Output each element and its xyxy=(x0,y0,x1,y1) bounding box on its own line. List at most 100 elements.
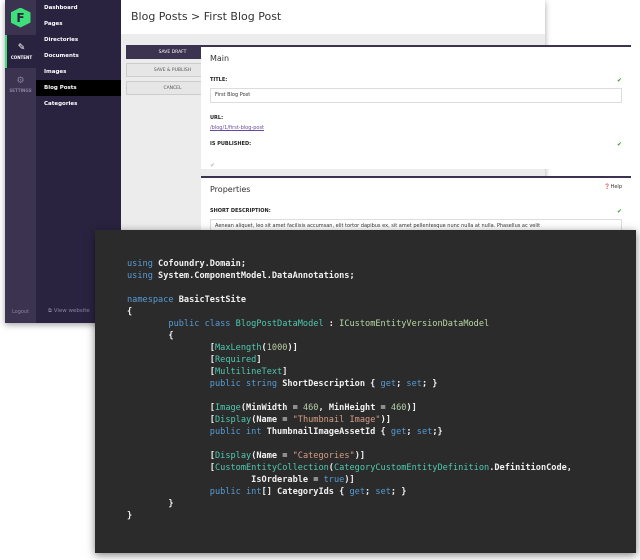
code-token: )] xyxy=(406,403,417,413)
code-token: "Thumbnail Image" xyxy=(292,415,381,425)
code-token: ThumbnailImageAssetId { xyxy=(266,427,391,437)
code-line: [Display(Name = "Categories")] xyxy=(127,450,636,462)
code-token: )] xyxy=(354,451,366,461)
code-line: public int ThumbnailImageAssetId { get; … xyxy=(127,426,636,438)
code-line: [Required] xyxy=(127,354,636,366)
pencil-icon: ✎ xyxy=(17,43,26,53)
nav-item-categories[interactable]: Categories xyxy=(36,96,121,112)
code-token: [ xyxy=(127,463,215,473)
code-token: : xyxy=(323,319,340,329)
code-token: IsOrderable = xyxy=(127,475,324,485)
code-line: { xyxy=(127,330,636,342)
url-label: URL: xyxy=(210,115,224,121)
code-token: ] xyxy=(282,367,288,377)
code-token: CategoryCustomEntityDefinition xyxy=(333,463,490,473)
code-token: public int xyxy=(127,427,267,437)
code-token: } xyxy=(127,499,174,509)
code-token: ;} xyxy=(432,427,443,437)
code-token: , MinHeight = xyxy=(318,403,391,413)
code-line: } xyxy=(127,510,636,522)
code-token: get xyxy=(349,487,366,497)
code-line: [Image(MinWidth = 460, MinHeight = 460)] xyxy=(127,402,636,414)
code-line: public int[] CategoryIds { get; set; } xyxy=(127,486,636,498)
nav-item-documents[interactable]: Documents xyxy=(36,48,121,64)
rail-item-settings[interactable]: ⚙ SETTINGS xyxy=(5,68,36,101)
code-token: public class xyxy=(127,319,236,329)
code-token: MultilineText xyxy=(214,367,283,377)
code-token: ; } xyxy=(421,379,438,389)
breadcrumb: Blog Posts > First Blog Post xyxy=(121,0,545,34)
check-icon: ✔ xyxy=(616,141,622,148)
code-line: { xyxy=(127,306,636,318)
code-token: Display xyxy=(214,451,252,461)
gear-icon: ⚙ xyxy=(16,76,25,86)
code-token: { xyxy=(127,331,174,341)
rail-item-content[interactable]: ✎ CONTENT xyxy=(5,35,36,68)
code-token: Cofoundry.Domain; xyxy=(158,259,247,269)
nav-item-images[interactable]: Images xyxy=(36,64,121,80)
logout-link[interactable]: Logout xyxy=(5,309,36,315)
code-token: using xyxy=(127,259,159,269)
code-token: "Categories" xyxy=(292,451,355,461)
code-token: ; xyxy=(406,427,417,437)
code-token: )] xyxy=(287,343,298,353)
view-website-link[interactable]: ⧉ View website xyxy=(48,308,90,315)
main-panel: Main TITLE: ✔ First Blog Post URL: /blog/… xyxy=(201,45,631,169)
code-token: [ xyxy=(127,343,215,353)
code-token: System.ComponentModel.DataAnnotations; xyxy=(158,271,355,281)
code-token: [ xyxy=(127,355,215,365)
url-link[interactable]: /blog/1/first-blog-post xyxy=(210,125,622,131)
code-line: public string ShortDescription { get; se… xyxy=(127,378,636,390)
code-line: IsOrderable = true)] xyxy=(127,474,636,486)
short-description-label: SHORT DESCRIPTION: xyxy=(210,208,271,214)
code-token: )] xyxy=(344,475,355,485)
code-token: BlogPostDataModel xyxy=(235,319,324,329)
code-token: BasicTestSite xyxy=(178,295,247,305)
code-line: [CustomEntityCollection(CategoryCustomEn… xyxy=(127,462,636,474)
code-token: [ xyxy=(127,415,215,425)
code-token: [ xyxy=(127,403,215,413)
help-button[interactable]: ❓Help xyxy=(604,184,622,190)
code-token: 460 xyxy=(302,403,319,413)
panel-title: Main xyxy=(210,54,230,63)
check-icon: ✔ xyxy=(616,208,622,215)
nav-item-directories[interactable]: Directories xyxy=(36,32,121,48)
code-token: ShortDescription { xyxy=(282,379,381,389)
code-token: get xyxy=(390,427,407,437)
code-token: true xyxy=(323,475,345,485)
title-input[interactable]: First Blog Post xyxy=(210,88,622,103)
code-token: Display xyxy=(214,415,252,425)
code-token: ; xyxy=(396,379,407,389)
code-token: Required xyxy=(214,355,257,365)
title-label: TITLE: xyxy=(210,77,228,83)
code-line: public class BlogPostDataModel : ICustom… xyxy=(127,318,636,330)
published-label: IS PUBLISHED: xyxy=(210,141,252,147)
panel-title: Properties xyxy=(210,185,251,194)
code-token: [ xyxy=(127,451,215,461)
code-token: [] CategoryIds { xyxy=(261,487,350,497)
code-token: CustomEntityCollection xyxy=(214,463,329,473)
code-snippet: using Cofoundry.Domain; using System.Comp… xyxy=(95,230,636,553)
cofoundry-logo[interactable]: F xyxy=(5,0,36,35)
nav-item-blog-posts[interactable]: Blog Posts xyxy=(36,80,121,96)
module-rail: F ✎ CONTENT ⚙ SETTINGS Logout xyxy=(5,0,36,323)
nav-item-dashboard[interactable]: Dashboard xyxy=(36,0,121,16)
code-token: set xyxy=(406,379,422,389)
code-token: namespace xyxy=(127,295,179,305)
code-token: ] xyxy=(256,355,262,365)
code-token: ; } xyxy=(390,487,407,497)
nav-item-pages[interactable]: Pages xyxy=(36,16,121,32)
code-token: [ xyxy=(127,367,215,377)
code-token: public int xyxy=(127,487,262,497)
code-token: public string xyxy=(127,379,283,389)
code-token: set xyxy=(416,427,433,437)
code-line: using Cofoundry.Domain; xyxy=(127,258,636,270)
code-token: (MinWidth = xyxy=(240,403,303,413)
is-published-checkbox[interactable]: ✔ xyxy=(210,162,215,169)
code-line: } xyxy=(127,498,636,510)
code-token: ; xyxy=(365,487,376,497)
code-token: (Name = xyxy=(251,415,293,425)
